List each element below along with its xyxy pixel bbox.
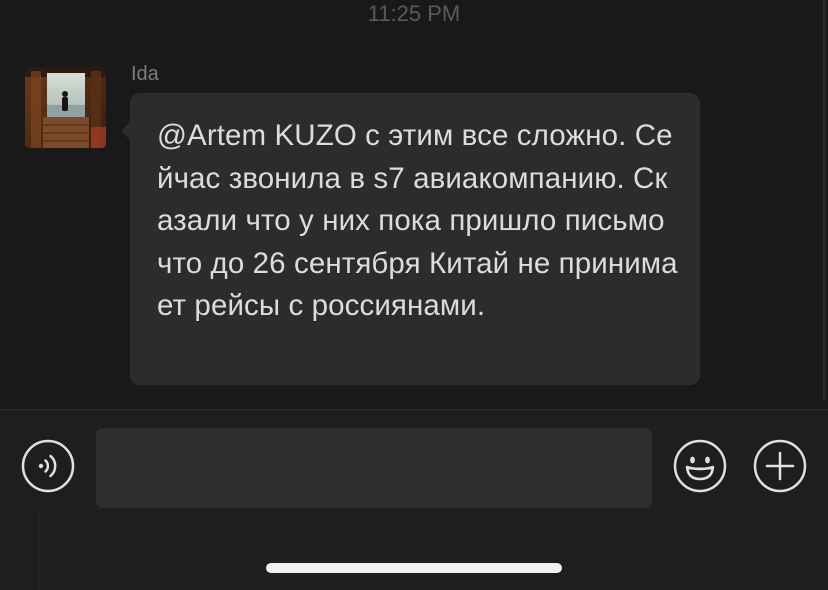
- sender-avatar[interactable]: [25, 67, 106, 148]
- chat-message-area[interactable]: 11:25 PM Ida @Artem KUZO с этим все слож…: [0, 0, 828, 409]
- message-bubble[interactable]: @Artem KUZO с этим все сложно. Сейчас зв…: [130, 93, 700, 385]
- voice-input-button[interactable]: [21, 439, 75, 493]
- scroll-indicator: [823, 0, 826, 400]
- avatar-photo-icon: [25, 67, 106, 148]
- message-text: @Artem KUZO с этим все сложно. Сейчас зв…: [157, 119, 678, 322]
- plus-icon: [753, 439, 807, 493]
- sender-name: Ida: [131, 63, 159, 85]
- input-bar-edge: [38, 510, 40, 590]
- emoji-icon: [673, 439, 727, 493]
- home-indicator[interactable]: [266, 563, 562, 573]
- message-input[interactable]: [96, 428, 652, 508]
- add-attachment-button[interactable]: [753, 439, 807, 493]
- emoji-button[interactable]: [673, 439, 727, 493]
- voice-icon: [21, 439, 75, 493]
- message-timestamp: 11:25 PM: [367, 1, 461, 26]
